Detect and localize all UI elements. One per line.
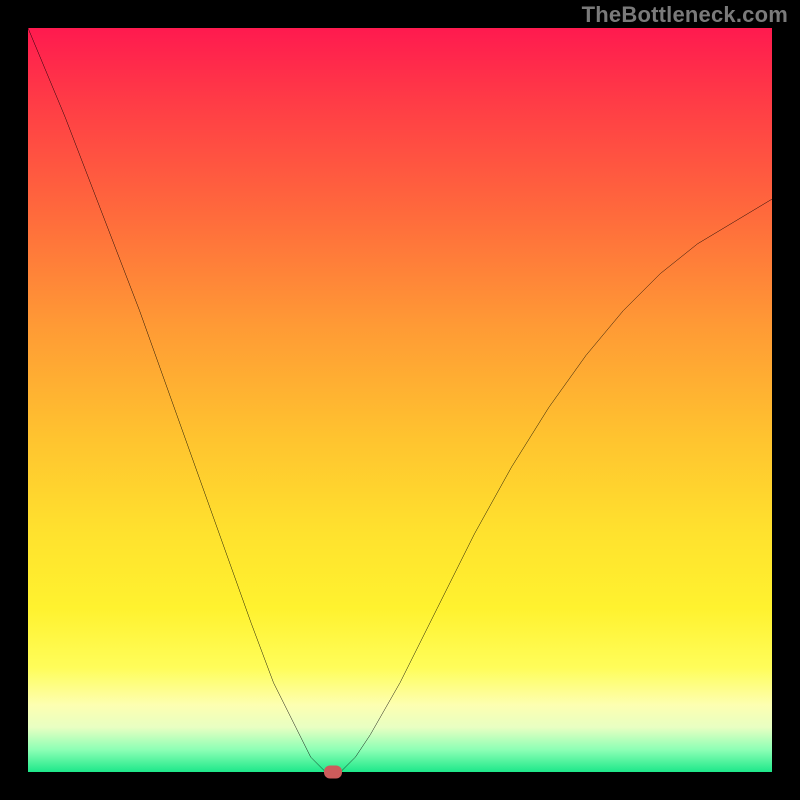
chart-frame: TheBottleneck.com <box>0 0 800 800</box>
watermark-text: TheBottleneck.com <box>582 2 788 28</box>
bottleneck-curve <box>28 28 772 772</box>
plot-area <box>28 28 772 772</box>
optimal-marker <box>324 766 342 779</box>
curve-path <box>28 28 772 772</box>
